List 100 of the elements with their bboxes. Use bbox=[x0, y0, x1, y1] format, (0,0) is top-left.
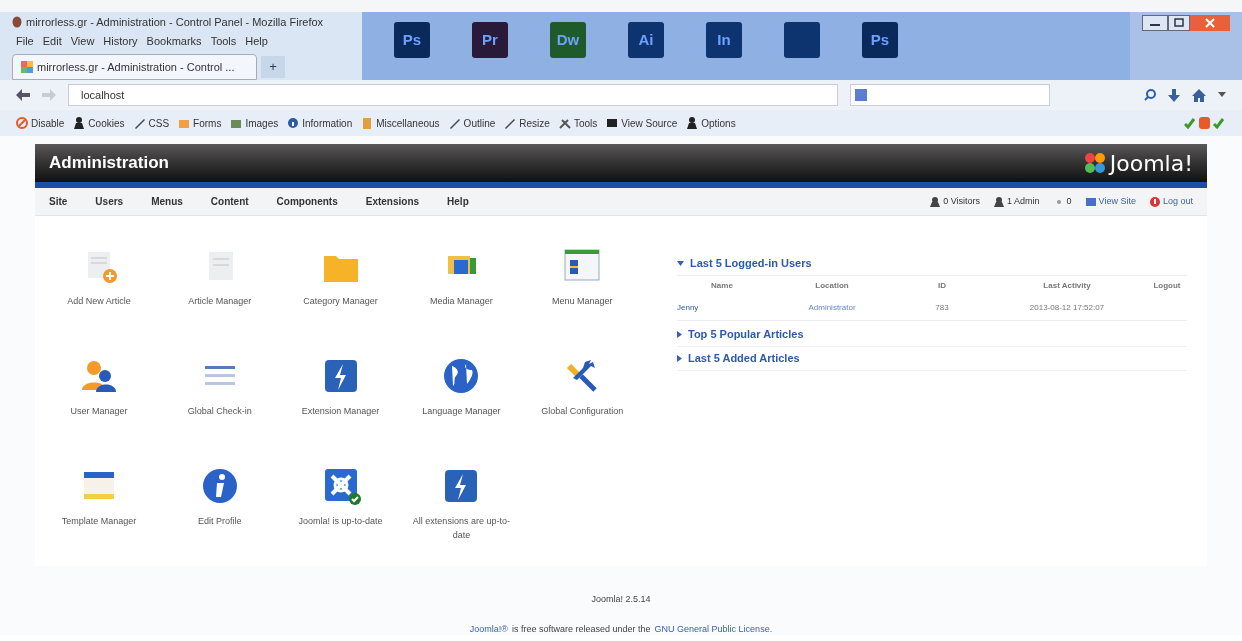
quick-icon-link[interactable]: User Manager bbox=[70, 404, 128, 418]
toolbar-menu[interactable]: Options bbox=[701, 115, 736, 131]
toolbar-menu[interactable]: Resize bbox=[519, 115, 550, 131]
nav-menu-item[interactable]: Site bbox=[49, 194, 68, 209]
joomla-logo-icon bbox=[1083, 152, 1106, 174]
nav-menu-item[interactable]: Menus bbox=[151, 194, 183, 209]
quick-icon-link[interactable]: Add New Article bbox=[67, 294, 131, 308]
person-icon bbox=[994, 196, 1005, 207]
pen-icon bbox=[504, 117, 517, 129]
caret-icon[interactable] bbox=[1218, 92, 1226, 98]
app-icon[interactable]: Ps bbox=[394, 22, 430, 58]
maximize-icon[interactable] bbox=[1168, 15, 1190, 31]
nav-menu-item[interactable]: Content bbox=[210, 194, 249, 209]
person-icon bbox=[930, 196, 941, 207]
power-icon bbox=[1149, 196, 1160, 207]
table-cell-text: Administrator bbox=[807, 302, 857, 314]
license-link[interactable]: GNU General Public License. bbox=[654, 622, 773, 636]
info-icon bbox=[287, 117, 300, 129]
toolbar-menu[interactable]: Disable bbox=[31, 115, 65, 131]
panel-title[interactable]: Top 5 Popular Articles bbox=[688, 326, 804, 343]
nav-menu-item[interactable]: Users bbox=[95, 194, 124, 209]
column-header: Location bbox=[814, 280, 850, 292]
new-tab-button[interactable]: + bbox=[261, 56, 285, 78]
person-icon bbox=[73, 117, 86, 129]
menu-item[interactable]: Edit bbox=[42, 32, 62, 50]
download-icon[interactable] bbox=[1168, 88, 1180, 102]
joomla-icon bbox=[21, 61, 33, 73]
search-icon[interactable] bbox=[1144, 89, 1156, 101]
nav-menu-item[interactable]: Extensions bbox=[365, 194, 420, 209]
status-link[interactable]: 0 bbox=[1066, 194, 1072, 209]
column-header: Last Activity bbox=[1042, 280, 1092, 292]
form-icon bbox=[178, 117, 191, 129]
nav-menu-item[interactable]: Components bbox=[276, 194, 338, 209]
license-text: is free software released under the bbox=[512, 622, 651, 636]
status-link[interactable]: 1 Admin bbox=[1007, 194, 1040, 209]
menu-item[interactable]: File bbox=[16, 32, 34, 50]
quick-icon-link[interactable]: Global Configuration bbox=[541, 404, 624, 418]
quick-icon-link[interactable]: Media Manager bbox=[430, 294, 493, 308]
quick-icon-link[interactable]: Category Manager bbox=[303, 294, 378, 308]
menu-item[interactable]: Bookmarks bbox=[146, 32, 202, 50]
url-field[interactable]: localhost bbox=[68, 84, 838, 106]
toolbar-menu[interactable]: CSS bbox=[148, 115, 170, 131]
quick-icon-link[interactable]: All extensions are up-to-date bbox=[405, 514, 518, 542]
version-text: Joomla! 2.5.14 bbox=[591, 593, 651, 606]
nav-menu-item[interactable]: Help bbox=[447, 194, 469, 209]
toolbar-menu[interactable]: Tools bbox=[573, 115, 598, 131]
table-cell-text: 2013-08-12 17:52:07 bbox=[1028, 302, 1106, 314]
toolbar-menu[interactable]: Miscellaneous bbox=[376, 115, 440, 131]
quick-icon-link[interactable]: Template Manager bbox=[61, 514, 137, 528]
toolbar-menu[interactable]: Outline bbox=[463, 115, 496, 131]
toolbar-menu[interactable]: Forms bbox=[193, 115, 222, 131]
app-icon[interactable]: Pr bbox=[472, 22, 508, 58]
app-icon[interactable]: Ps bbox=[862, 22, 898, 58]
app-icon[interactable]: Ai bbox=[628, 22, 664, 58]
quick-icon-link[interactable]: Extension Manager bbox=[301, 404, 380, 418]
table-cell-text: 783 bbox=[934, 302, 950, 314]
quick-icon-link[interactable]: Edit Profile bbox=[198, 514, 242, 528]
tools-icon bbox=[558, 117, 571, 129]
joomla-link[interactable]: Joomla!® bbox=[469, 622, 508, 636]
pen-icon bbox=[448, 117, 461, 129]
window-icon bbox=[606, 117, 619, 129]
toolbar-menu[interactable]: Cookies bbox=[88, 115, 125, 131]
quick-icon-link[interactable]: Joomla! is up-to-date bbox=[298, 514, 383, 528]
column-header: Logout bbox=[1152, 280, 1182, 292]
panel-title[interactable]: Last 5 Logged-in Users bbox=[690, 255, 812, 272]
status-link[interactable]: Log out bbox=[1162, 194, 1193, 209]
firefox-icon bbox=[12, 16, 22, 28]
person-icon bbox=[686, 117, 699, 129]
panel-title[interactable]: Last 5 Added Articles bbox=[688, 350, 800, 367]
close-icon[interactable] bbox=[1190, 15, 1230, 31]
toolbar-menu[interactable]: View Source bbox=[621, 115, 678, 131]
document-icon bbox=[361, 117, 374, 129]
user-link[interactable]: Jenny bbox=[677, 296, 767, 320]
browser-tab[interactable]: mirrorless.gr - Administration - Control ... bbox=[12, 54, 257, 80]
column-header: ID bbox=[937, 280, 947, 292]
logo-text: Joomla! bbox=[1109, 149, 1193, 178]
search-field[interactable] bbox=[850, 84, 1050, 106]
search-engine-icon bbox=[855, 89, 867, 101]
toolbar-menu[interactable]: Images bbox=[245, 115, 279, 131]
menu-item[interactable]: Help bbox=[245, 32, 268, 50]
quick-icon-link[interactable]: Global Check-in bbox=[187, 404, 252, 418]
image-icon bbox=[230, 117, 243, 129]
menu-item[interactable]: View bbox=[70, 32, 95, 50]
column-header: Name bbox=[710, 280, 734, 292]
toolbar-menu[interactable]: Information bbox=[302, 115, 353, 131]
app-icon[interactable]: In bbox=[706, 22, 742, 58]
window-icon bbox=[1085, 196, 1096, 207]
quick-icon-link[interactable]: Language Manager bbox=[422, 404, 501, 418]
quick-icon-link[interactable]: Article Manager bbox=[188, 294, 252, 308]
window-title: mirrorless.gr - Administration - Control Panel - Mozilla Firefox bbox=[26, 14, 324, 30]
back-icon[interactable] bbox=[16, 89, 30, 101]
menu-item[interactable]: History bbox=[103, 32, 138, 50]
ban-icon bbox=[16, 117, 28, 129]
minimize-icon[interactable] bbox=[1142, 15, 1168, 31]
home-icon[interactable] bbox=[1192, 88, 1206, 102]
status-link[interactable]: View Site bbox=[1098, 194, 1136, 209]
menu-item[interactable]: Tools bbox=[210, 32, 237, 50]
status-link[interactable]: 0 Visitors bbox=[943, 194, 981, 209]
header-title: Administration bbox=[49, 152, 169, 175]
quick-icon-link[interactable]: Menu Manager bbox=[551, 294, 613, 308]
